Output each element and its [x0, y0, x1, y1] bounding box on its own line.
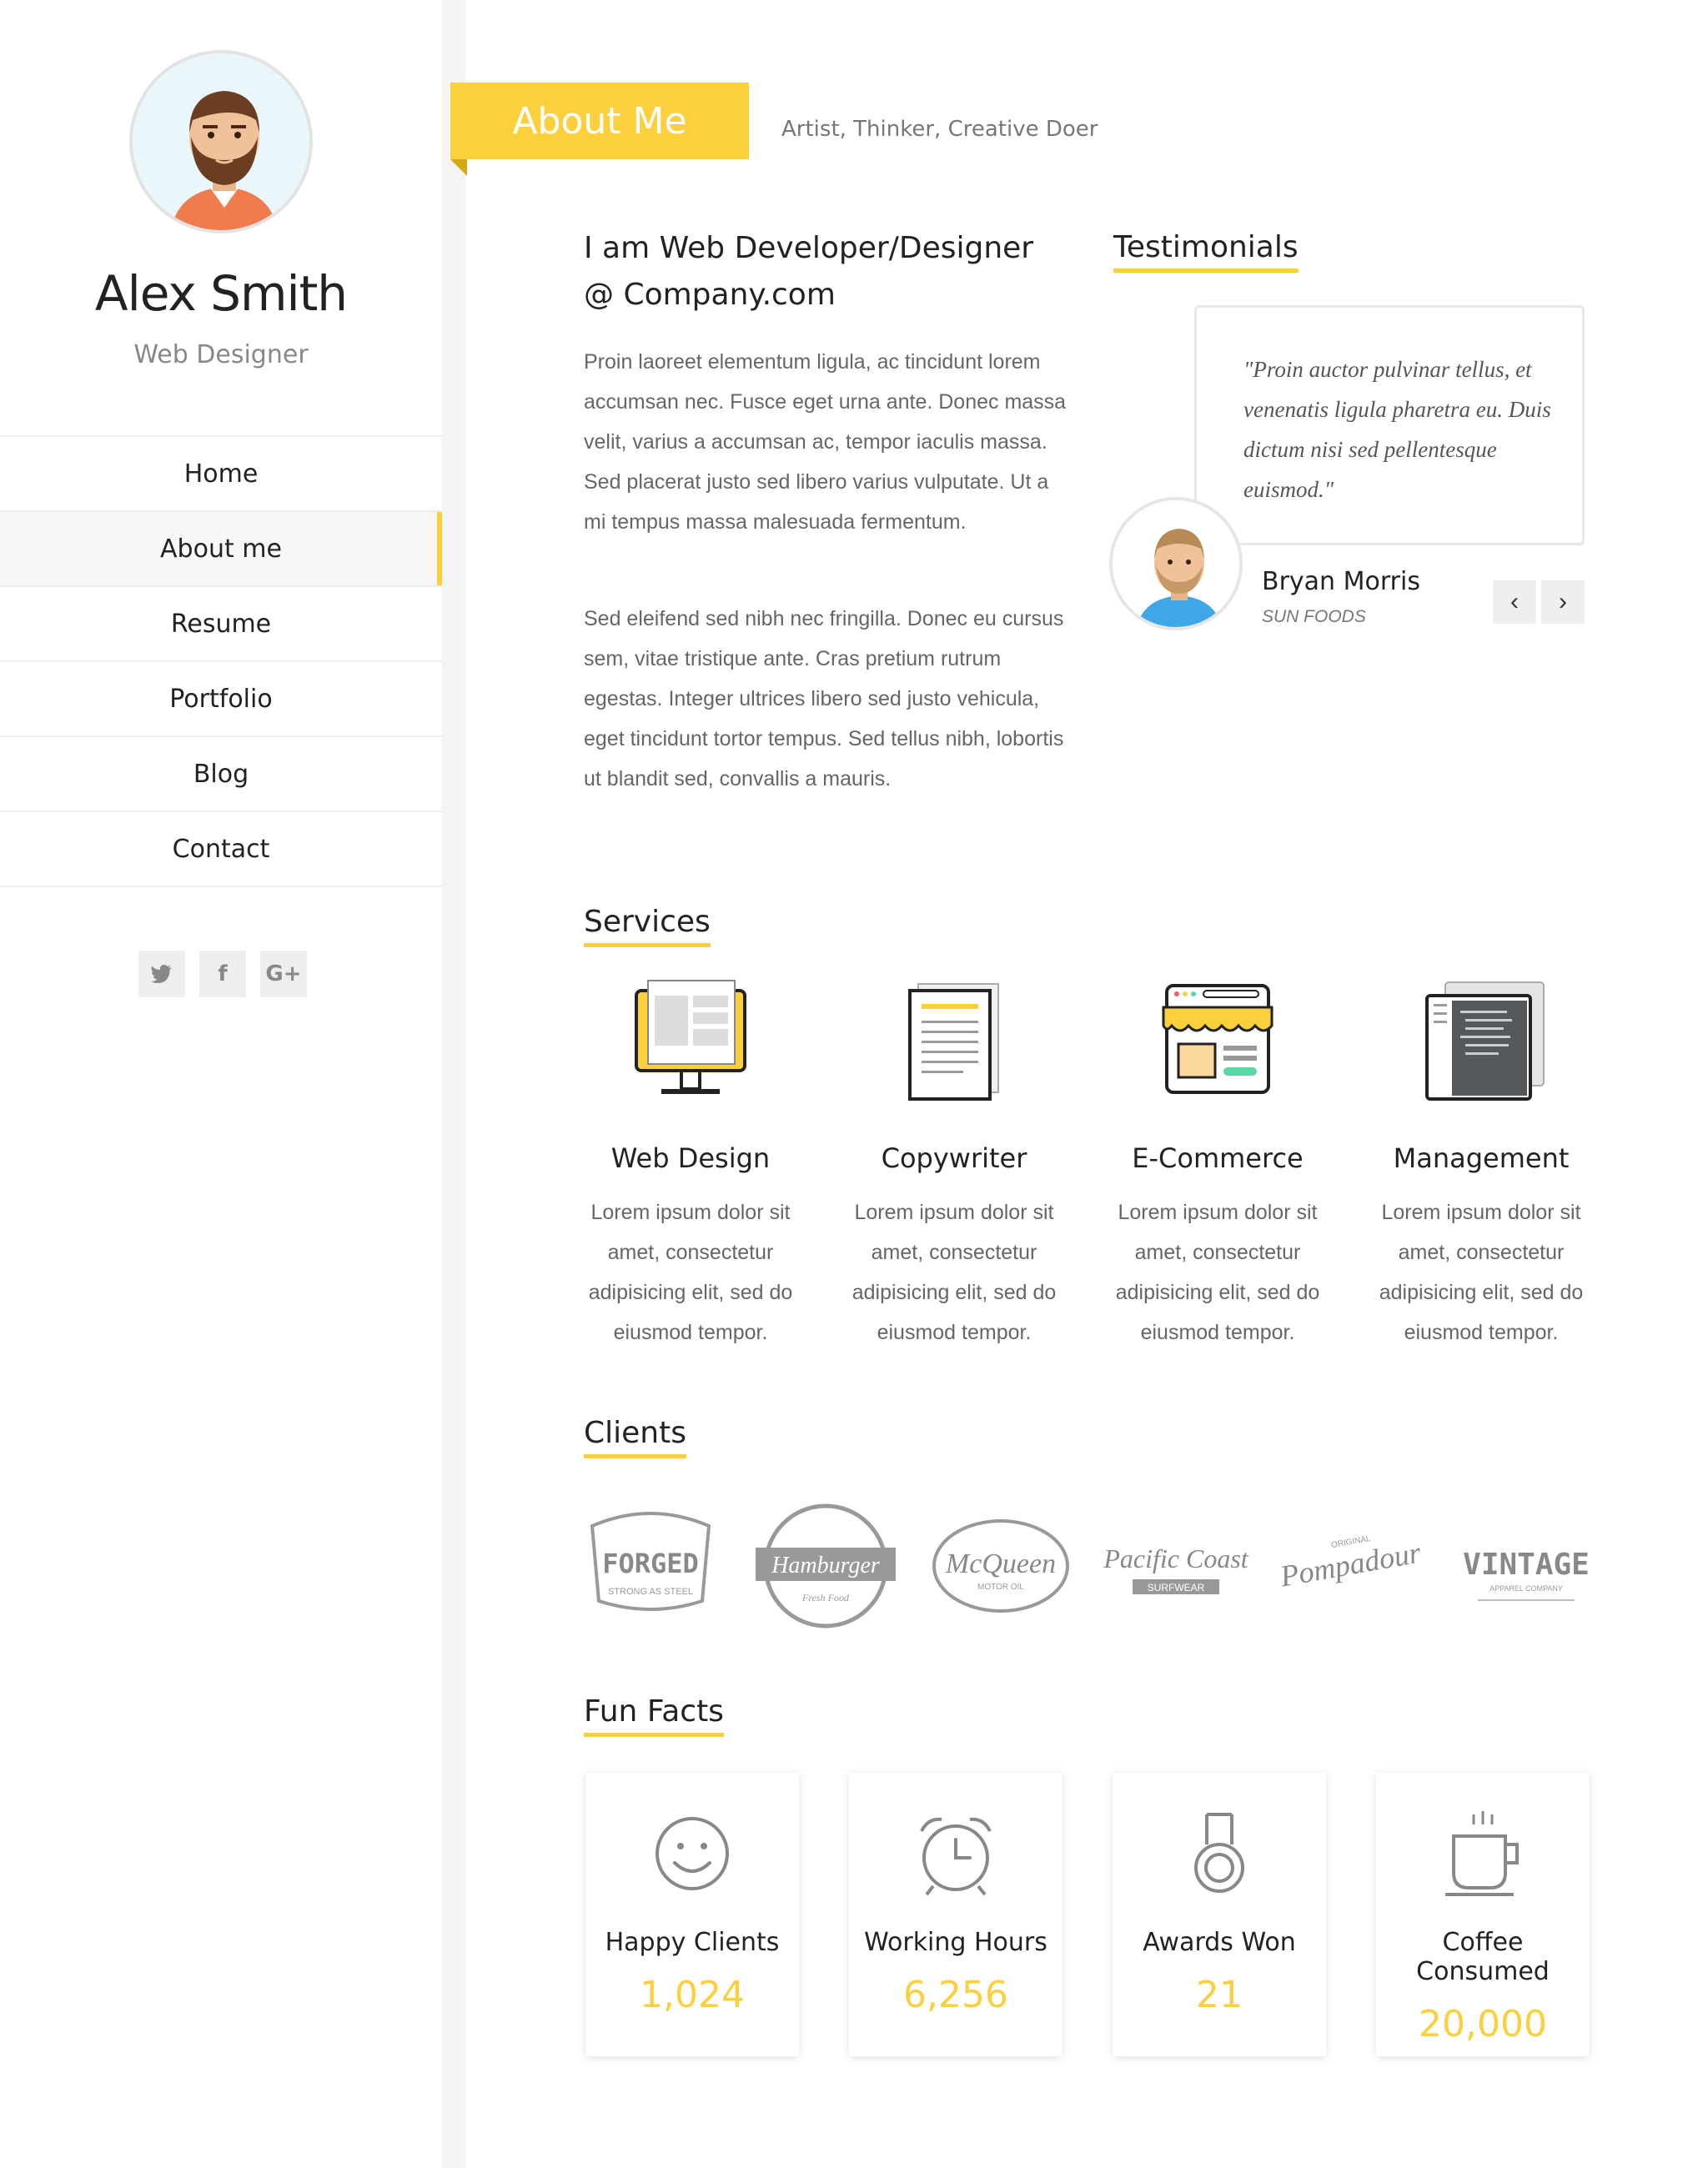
twitter-button[interactable]: [138, 951, 185, 997]
client-logo-text: McQueen: [945, 1548, 1056, 1579]
bearded-man-illustration: [133, 53, 309, 230]
fact-card-coffee-consumed: Coffee Consumed 20,000: [1376, 1773, 1590, 2056]
client-logo-pompadour[interactable]: Pompadour ORIGINAL: [1278, 1493, 1424, 1639]
fact-value: 21: [1196, 1974, 1243, 2016]
fact-label: Working Hours: [864, 1928, 1047, 1957]
client-logo-pacific-coast[interactable]: Pacific Coast SURFWEAR: [1103, 1493, 1248, 1639]
client-logo-subtext: SURFWEAR: [1148, 1582, 1205, 1593]
page-title-tab: About Me: [450, 83, 749, 159]
fact-value: 6,256: [903, 1974, 1008, 2016]
service-e-commerce: E-Commerce Lorem ipsum dolor sit amet, c…: [1086, 976, 1349, 1352]
nav-item-portfolio[interactable]: Portfolio: [0, 662, 442, 737]
prev-arrow-button[interactable]: ‹: [1493, 580, 1536, 624]
fact-label: Happy Clients: [605, 1928, 780, 1957]
man-avatar-illustration: [1113, 500, 1239, 627]
fun-facts-heading: Fun Facts: [584, 1694, 724, 1737]
about-heading: I am Web Developer/Designer @ Company.co…: [584, 231, 1034, 312]
google-plus-button[interactable]: G+: [260, 951, 307, 997]
service-title: Web Design: [610, 1142, 771, 1174]
service-title: E-Commerce: [1132, 1142, 1304, 1174]
nav-item-resume[interactable]: Resume: [0, 587, 442, 662]
monitor-icon: [635, 980, 746, 1094]
client-logo-mcqueen[interactable]: McQueen MOTOR OIL: [927, 1493, 1073, 1639]
clients-heading: Clients: [584, 1416, 686, 1458]
testimonial-author: Bryan Morris: [1262, 567, 1420, 596]
smiley-icon: [656, 1817, 729, 1890]
profile-role: Web Designer: [133, 340, 309, 369]
page-title: About Me: [512, 99, 687, 143]
client-logo-subtext: APPAREL COMPANY: [1489, 1584, 1563, 1593]
testimonial-quote: "Proin auctor pulvinar tellus, et venena…: [1194, 305, 1585, 545]
nav-item-home[interactable]: Home: [0, 437, 442, 512]
nav-item-contact[interactable]: Contact: [0, 812, 442, 887]
profile-name: Alex Smith: [94, 265, 348, 322]
document-icon: [908, 983, 999, 1101]
facebook-button[interactable]: f: [199, 951, 246, 997]
services-heading: Services: [584, 905, 711, 947]
client-logo-vintage[interactable]: VINTAGE APPAREL COMPANY: [1453, 1493, 1599, 1639]
profile-avatar: [129, 50, 313, 233]
client-logo-text: FORGED: [602, 1548, 699, 1579]
twitter-icon: [151, 965, 172, 983]
fact-card-working-hours: Working Hours 6,256: [849, 1773, 1062, 2056]
next-arrow-button[interactable]: ›: [1541, 580, 1585, 624]
service-description: Lorem ipsum dolor sit amet, consectetur …: [1379, 1201, 1584, 1344]
fact-label: Awards Won: [1143, 1928, 1296, 1957]
service-copywriter: Copywriter Lorem ipsum dolor sit amet, c…: [822, 976, 1086, 1352]
about-paragraph-2: Sed eleifend sed nibh nec fringilla. Don…: [584, 607, 1064, 790]
client-logo-hamburger[interactable]: Hamburger Fresh Food: [752, 1493, 898, 1639]
fact-label: Coffee Consumed: [1416, 1928, 1550, 1986]
fact-value: 20,000: [1419, 2003, 1547, 2045]
code-window-icon: [1425, 981, 1545, 1101]
client-logo-text: Hamburger: [771, 1553, 880, 1578]
alarm-clock-icon: [920, 1817, 992, 1896]
nav-item-about-me[interactable]: About me: [0, 512, 442, 587]
service-management: Management Lorem ipsum dolor sit amet, c…: [1349, 976, 1613, 1352]
main-nav: Home About me Resume Portfolio Blog Cont…: [0, 435, 442, 887]
medal-icon: [1194, 1813, 1244, 1893]
service-title: Copywriter: [881, 1142, 1027, 1174]
client-logo-text: Pacific Coast: [1103, 1543, 1248, 1573]
sidebar-divider: [442, 0, 465, 2168]
client-logo-forged[interactable]: FORGED STRONG AS STEEL: [577, 1493, 723, 1639]
service-description: Lorem ipsum dolor sit amet, consectetur …: [851, 1201, 1057, 1344]
client-logo-subtext: STRONG AS STEEL: [608, 1587, 693, 1597]
client-logo-subtext: Fresh Food: [801, 1592, 850, 1603]
title-tab-fold: [450, 159, 467, 176]
nav-item-blog[interactable]: Blog: [0, 737, 442, 812]
fact-card-happy-clients: Happy Clients 1,024: [585, 1773, 799, 2056]
fact-card-awards-won: Awards Won 21: [1113, 1773, 1326, 2056]
about-paragraph-1: Proin laoreet elementum ligula, ac tinci…: [584, 350, 1067, 534]
service-web-design: Web Design Lorem ipsum dolor sit amet, c…: [559, 976, 822, 1352]
social-links: f G+: [138, 951, 307, 997]
storefront-icon: [1162, 984, 1273, 1094]
client-logo-text: VINTAGE: [1463, 1548, 1590, 1582]
service-description: Lorem ipsum dolor sit amet, consectetur …: [1115, 1201, 1320, 1344]
page-subtitle: Artist, Thinker, Creative Doer: [781, 117, 1098, 142]
testimonial-company: SUN FOODS: [1262, 607, 1366, 626]
testimonial-avatar: [1109, 497, 1243, 630]
service-description: Lorem ipsum dolor sit amet, consectetur …: [588, 1201, 793, 1344]
testimonials-heading: Testimonials: [1113, 230, 1299, 273]
coffee-cup-icon: [1445, 1811, 1519, 1896]
service-title: Management: [1393, 1142, 1570, 1174]
client-logo-subtext: MOTOR OIL: [977, 1583, 1024, 1592]
fact-value: 1,024: [640, 1974, 745, 2016]
sidebar: Alex Smith Web Designer Home About me Re…: [0, 0, 442, 2168]
